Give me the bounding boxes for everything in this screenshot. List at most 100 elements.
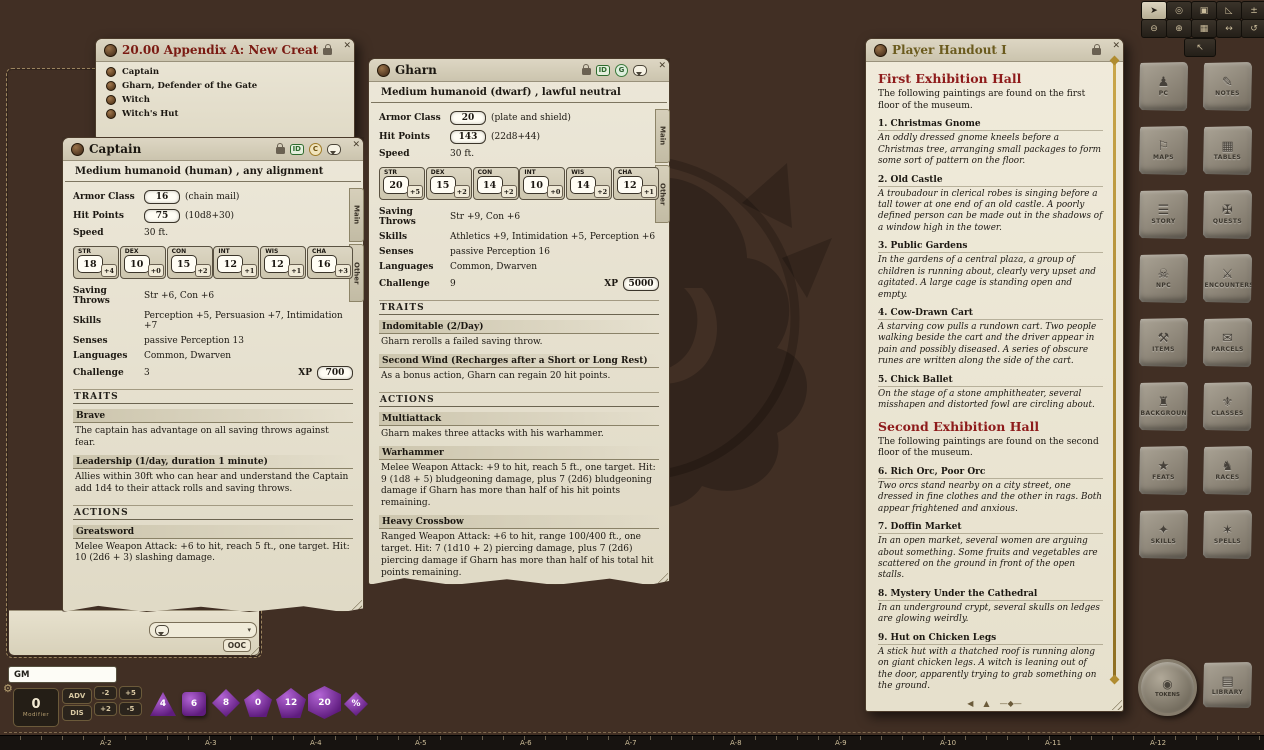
pan-tool-button[interactable]: ↔: [1216, 19, 1242, 38]
ability-mod[interactable]: +2: [454, 185, 470, 198]
mod-minus2-button[interactable]: -2: [94, 686, 117, 700]
die-d12[interactable]: 12: [276, 688, 306, 718]
ability-score[interactable]: 14: [477, 176, 503, 194]
modifier-box[interactable]: 0 Modifier: [13, 688, 59, 727]
speech-bubble-icon[interactable]: [327, 144, 341, 155]
mod-plus2-button[interactable]: +2: [94, 702, 117, 716]
sidebar-item-story[interactable]: ☰ STORY: [1139, 190, 1188, 239]
lock-icon[interactable]: [582, 68, 591, 75]
chat-speaker-field[interactable]: GM: [8, 666, 117, 683]
xp-value[interactable]: 700: [317, 366, 353, 380]
sidebar-item-classes[interactable]: ⚜ CLASSES: [1203, 382, 1252, 431]
letter-badge[interactable]: G: [615, 64, 628, 77]
ability-mod[interactable]: +3: [335, 264, 351, 277]
die-d8[interactable]: 8: [212, 689, 240, 717]
die-d20[interactable]: 20: [308, 686, 341, 719]
ability-mod[interactable]: +2: [501, 185, 517, 198]
plus-minus-tool-button[interactable]: ±: [1241, 1, 1264, 20]
lock-icon[interactable]: [1092, 48, 1101, 55]
sidebar-item-spells[interactable]: ✶ SPELLS: [1203, 510, 1252, 559]
ability-mod[interactable]: +4: [101, 264, 117, 277]
id-badge[interactable]: ID: [290, 144, 304, 155]
handout-scroll-rod[interactable]: [1113, 63, 1116, 677]
hp-value[interactable]: 143: [450, 130, 486, 144]
target-tool-button[interactable]: ◎: [1166, 1, 1192, 20]
sidebar-item-items[interactable]: ⚒ ITEMS: [1139, 318, 1188, 367]
ability-score[interactable]: 10: [124, 255, 150, 273]
ability-mod[interactable]: +2: [195, 264, 211, 277]
ability-mod[interactable]: +1: [241, 264, 257, 277]
mod-plus5-button[interactable]: +5: [119, 686, 142, 700]
sidebar-item-feats[interactable]: ★ FEATS: [1139, 446, 1188, 495]
radial-menu-icon[interactable]: [71, 143, 84, 156]
ability-score[interactable]: 15: [430, 176, 456, 194]
gharn-close-button[interactable]: ✕: [658, 61, 666, 71]
ability-score[interactable]: 12: [617, 176, 643, 194]
ability-score[interactable]: 20: [383, 176, 409, 194]
zoom-in-button[interactable]: ⊕: [1166, 19, 1192, 38]
radial-menu-icon[interactable]: [874, 44, 887, 57]
ooc-toggle-button[interactable]: OOC: [223, 639, 251, 652]
die-d4[interactable]: 4: [150, 692, 176, 716]
page-up-button[interactable]: ▲: [983, 699, 989, 708]
die-d6[interactable]: 6: [182, 692, 206, 716]
ability-mod[interactable]: +2: [594, 185, 610, 198]
ability-mod[interactable]: +5: [407, 185, 423, 198]
tab-main[interactable]: Main: [655, 109, 670, 163]
die-d100[interactable]: %: [344, 692, 368, 716]
sidebar-item-backgrounds[interactable]: ♜ BACKGROUNDS: [1139, 382, 1188, 431]
ac-value[interactable]: 20: [450, 111, 486, 125]
appendix-titlebar[interactable]: 20.00 Appendix A: New Creatures and: [96, 39, 354, 62]
letter-badge[interactable]: C: [309, 143, 322, 156]
sidebar-item-pc[interactable]: ♟ PC: [1139, 62, 1188, 111]
captain-resize-grip[interactable]: [349, 597, 362, 610]
gear-icon[interactable]: ⚙: [3, 682, 13, 695]
radial-menu-icon[interactable]: [104, 44, 117, 57]
lock-icon[interactable]: [323, 48, 332, 55]
list-item-witch[interactable]: Witch: [96, 93, 354, 107]
zoom-out-button[interactable]: ⊖: [1141, 19, 1167, 38]
ability-score[interactable]: 12: [217, 255, 243, 273]
reset-view-button[interactable]: ↺: [1241, 19, 1264, 38]
tab-main[interactable]: Main: [349, 188, 364, 242]
chat-language-dropdown[interactable]: ▾: [149, 622, 257, 638]
sidebar-item-parcels[interactable]: ✉ PARCELS: [1203, 318, 1252, 367]
list-item-witchs-hut[interactable]: Witch's Hut: [96, 107, 354, 121]
captain-titlebar[interactable]: Captain ID C: [63, 138, 363, 161]
sidebar-item-quests[interactable]: ✠ QUESTS: [1203, 190, 1252, 239]
xp-value[interactable]: 5000: [623, 277, 659, 291]
sidebar-item-skills[interactable]: ✦ SKILLS: [1139, 510, 1188, 559]
ability-mod[interactable]: +0: [148, 264, 164, 277]
gharn-titlebar[interactable]: Gharn ID G: [369, 59, 669, 82]
pointer-tool-button[interactable]: ➤: [1141, 1, 1167, 20]
sidebar-item-npc[interactable]: ☠ NPC: [1139, 254, 1188, 303]
ability-score[interactable]: 18: [77, 255, 103, 273]
prev-page-button[interactable]: ◀: [967, 699, 973, 708]
advantage-button[interactable]: ADV: [62, 688, 92, 704]
sidebar-item-encounters[interactable]: ⚔ ENCOUNTERS: [1203, 254, 1252, 303]
ability-score[interactable]: 12: [264, 255, 290, 273]
sidebar-item-maps[interactable]: ⚐ MAPS: [1139, 126, 1188, 175]
ability-score[interactable]: 10: [523, 176, 549, 194]
ability-score[interactable]: 16: [311, 255, 337, 273]
measure-tool-button[interactable]: ◺: [1216, 1, 1242, 20]
handout-titlebar[interactable]: Player Handout I: [866, 39, 1123, 62]
handout-close-button[interactable]: ✕: [1112, 41, 1120, 51]
mod-minus5-button[interactable]: -5: [119, 702, 142, 716]
sidebar-item-races[interactable]: ♞ RACES: [1203, 446, 1252, 495]
list-item-gharn[interactable]: Gharn, Defender of the Gate: [96, 79, 354, 93]
hp-value[interactable]: 75: [144, 209, 180, 223]
sidebar-item-notes[interactable]: ✎ NOTES: [1203, 62, 1252, 111]
ability-mod[interactable]: +1: [641, 185, 657, 198]
die-d10[interactable]: 0: [244, 689, 272, 717]
appendix-close-button[interactable]: ✕: [343, 41, 351, 51]
select-tool-button[interactable]: ▣: [1191, 1, 1217, 20]
ac-value[interactable]: 16: [144, 190, 180, 204]
sidebar-item-library[interactable]: ▤ LIBRARY: [1203, 662, 1252, 708]
ability-score[interactable]: 15: [171, 255, 197, 273]
ability-mod[interactable]: +0: [547, 185, 563, 198]
list-item-captain[interactable]: Captain: [96, 65, 354, 79]
speech-bubble-icon[interactable]: [633, 65, 647, 76]
grid-tool-button[interactable]: ▦: [1191, 19, 1217, 38]
sidebar-item-tokens[interactable]: ◉ TOKENS: [1138, 659, 1197, 716]
